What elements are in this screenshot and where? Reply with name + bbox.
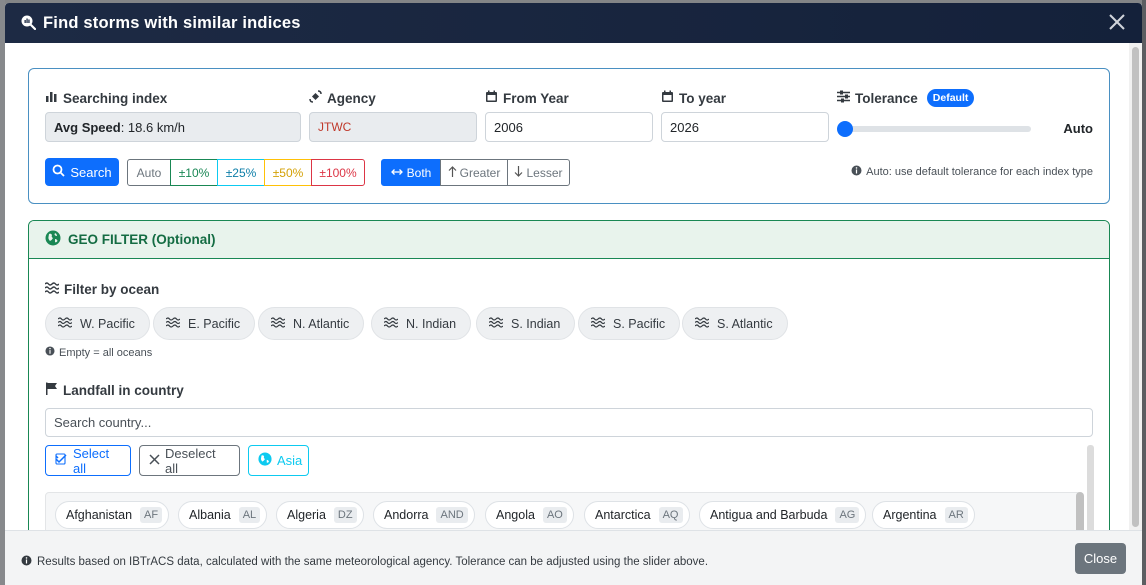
footer-note: Results based on IBTrACS data, calculate…	[21, 555, 708, 569]
auto-tolerance-note: Auto: use default tolerance for each ind…	[851, 165, 1093, 179]
arrow-down-icon	[514, 165, 523, 180]
ocean-s-pacific[interactable]: S. Pacific	[578, 307, 681, 340]
calendar-icon	[485, 90, 498, 106]
tolerance-auto-button[interactable]: Auto	[127, 159, 171, 186]
tolerance-label: Tolerance Default	[837, 89, 975, 107]
geo-filter-header[interactable]: GEO FILTER (Optional)	[29, 221, 1109, 259]
country-item[interactable]: Argentina AR	[872, 501, 975, 529]
geo-filter-card: GEO FILTER (Optional) Filter by ocean W.…	[28, 220, 1110, 530]
tolerance-value: Auto	[1063, 121, 1093, 136]
flag-icon	[45, 382, 58, 398]
tolerance-slider-track[interactable]	[845, 126, 1031, 132]
bar-chart-icon	[45, 90, 58, 106]
country-item[interactable]: Algeria DZ	[276, 501, 364, 529]
waves-icon	[488, 316, 504, 331]
direction-greater-button[interactable]: Greater	[440, 159, 508, 186]
search-criteria-card: Searching index Avg Speed: 18.6 km/h Age…	[28, 68, 1110, 204]
country-item[interactable]: Antigua and Barbuda AG	[699, 501, 867, 529]
filter-by-ocean-label: Filter by ocean	[44, 281, 159, 297]
ocean-w-pacific[interactable]: W. Pacific	[45, 307, 150, 340]
waves-icon	[590, 316, 606, 331]
ocean-n-indian[interactable]: N. Indian	[371, 307, 472, 340]
country-box-scrollbar[interactable]	[1076, 492, 1084, 530]
tolerance-slider-thumb[interactable]	[837, 121, 853, 137]
tolerance-50-button[interactable]: ±50%	[264, 159, 312, 186]
select-all-button[interactable]: Select all	[45, 445, 131, 476]
modal-title: Find storms with similar indices	[43, 13, 301, 32]
close-button[interactable]: Close	[1075, 543, 1126, 574]
country-search-input[interactable]: Search country...	[45, 408, 1093, 437]
country-list-scrollbar[interactable]	[1087, 445, 1094, 530]
agency-field: JTWC	[309, 112, 477, 142]
modal-body: Searching index Avg Speed: 18.6 km/h Age…	[5, 43, 1129, 530]
waves-icon	[694, 316, 710, 331]
globe-icon	[258, 452, 272, 469]
country-item[interactable]: Angola AO	[485, 501, 574, 529]
satellite-icon	[309, 90, 322, 106]
region-asia-button[interactable]: Asia	[248, 445, 309, 476]
modal-footer: Results based on IBTrACS data, calculate…	[5, 530, 1142, 585]
tolerance-button-group: Auto ±10% ±25% ±50% ±100%	[127, 159, 365, 186]
ocean-e-pacific[interactable]: E. Pacific	[153, 307, 256, 340]
default-badge: Default	[926, 89, 975, 107]
searching-index-field: Avg Speed: 18.6 km/h	[45, 112, 301, 142]
info-icon	[45, 346, 55, 359]
search-button[interactable]: Search	[45, 158, 119, 186]
to-year-label: To year	[661, 90, 726, 106]
info-icon	[21, 555, 32, 569]
similar-storms-modal: Find storms with similar indices Searchi…	[5, 3, 1142, 585]
landfall-label: Landfall in country	[45, 382, 184, 398]
tolerance-25-button[interactable]: ±25%	[217, 159, 265, 186]
search-chart-icon	[20, 14, 37, 33]
waves-icon	[270, 316, 286, 331]
direction-lesser-button[interactable]: Lesser	[507, 159, 570, 186]
agency-label: Agency	[309, 90, 376, 106]
from-year-input[interactable]: 2006	[485, 112, 653, 142]
ocean-s-atlantic[interactable]: S. Atlantic	[682, 307, 788, 340]
country-item[interactable]: Antarctica AQ	[584, 501, 690, 529]
direction-button-group: Both Greater Lesser	[381, 159, 570, 186]
waves-icon	[165, 316, 181, 331]
searching-index-label: Searching index	[45, 90, 167, 106]
calendar-icon	[661, 90, 674, 106]
deselect-all-button[interactable]: Deselect all	[139, 445, 240, 476]
ocean-s-indian[interactable]: S. Indian	[476, 307, 576, 340]
from-year-label: From Year	[485, 90, 569, 106]
country-list: Afghanistan AF Albania AL Algeria DZ Andorr…	[45, 492, 1081, 530]
close-icon[interactable]	[1106, 11, 1128, 33]
arrows-horizontal-icon	[390, 166, 403, 180]
check-double-icon	[55, 453, 68, 468]
ocean-note: Empty = all oceans	[45, 346, 152, 359]
waves-icon	[57, 316, 73, 331]
country-item[interactable]: Andorra AND	[373, 501, 475, 529]
tolerance-10-button[interactable]: ±10%	[170, 159, 218, 186]
tolerance-100-button[interactable]: ±100%	[311, 159, 365, 186]
modal-scrollbar[interactable]	[1129, 43, 1142, 530]
globe-icon	[45, 230, 61, 249]
info-icon	[851, 165, 862, 179]
country-item[interactable]: Afghanistan AF	[55, 501, 170, 529]
to-year-input[interactable]: 2026	[661, 112, 829, 142]
waves-icon	[383, 316, 399, 331]
waves-icon	[44, 281, 60, 297]
arrow-up-icon	[448, 165, 457, 180]
ocean-n-atlantic[interactable]: N. Atlantic	[258, 307, 365, 340]
direction-both-button[interactable]: Both	[381, 159, 441, 186]
search-icon	[52, 164, 66, 180]
sliders-icon	[837, 90, 850, 106]
country-item[interactable]: Albania AL	[178, 501, 268, 529]
x-icon	[149, 453, 160, 468]
modal-header: Find storms with similar indices	[5, 3, 1142, 43]
